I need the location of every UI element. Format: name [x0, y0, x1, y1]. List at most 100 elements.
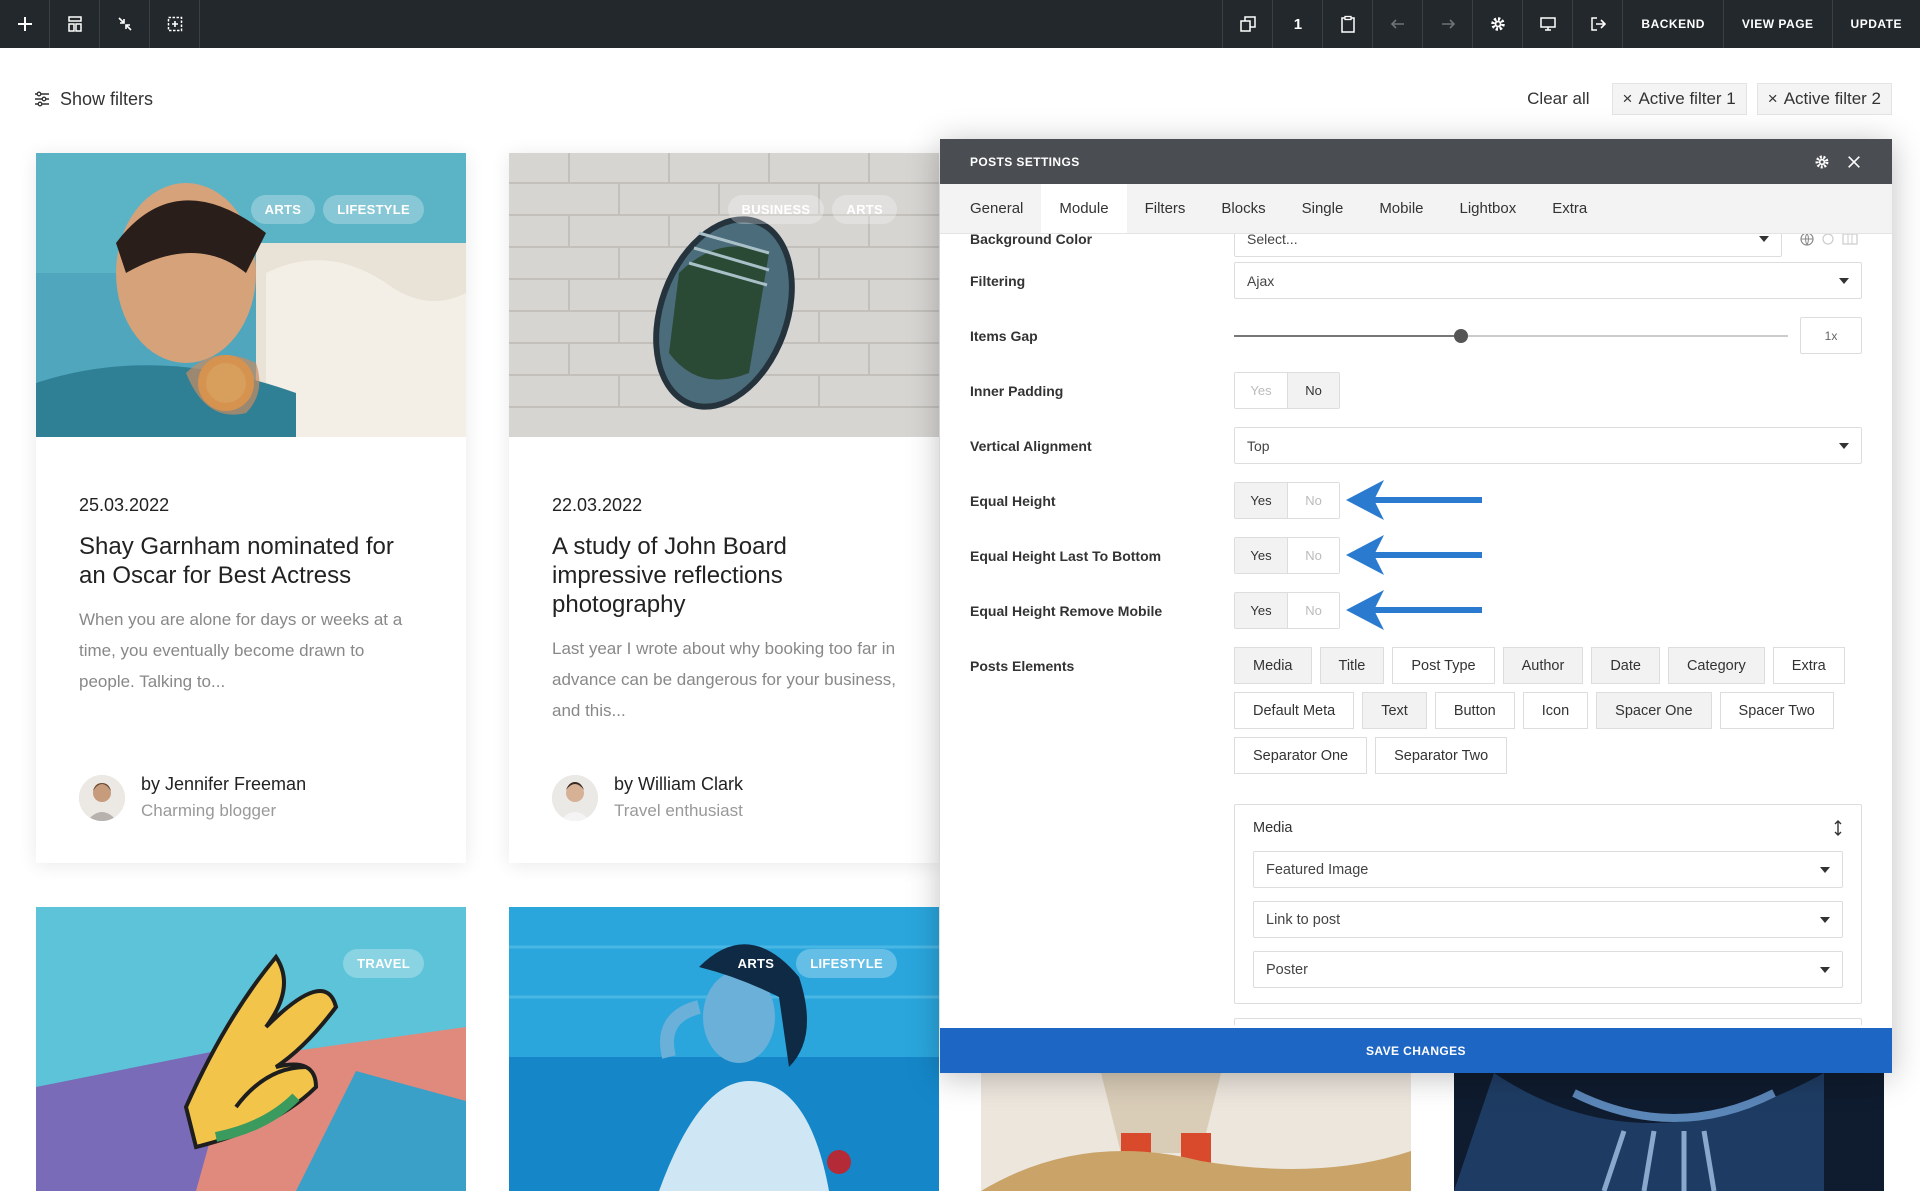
tab-lightbox[interactable]: Lightbox [1442, 184, 1535, 233]
backend-button[interactable]: BACKEND [1622, 0, 1723, 48]
media-type-select[interactable]: Featured Image [1253, 851, 1843, 888]
tag-badge[interactable]: ARTS [250, 195, 316, 224]
media-link-select[interactable]: Link to post [1253, 901, 1843, 938]
desktop-icon[interactable] [1522, 0, 1572, 48]
media-header: Media [1235, 805, 1861, 851]
select-area-icon[interactable] [150, 0, 200, 48]
field-label: Filtering [970, 272, 1026, 289]
resize-icon[interactable] [1833, 820, 1843, 836]
items-gap-slider-handle[interactable] [1454, 329, 1469, 343]
posts-element-chip[interactable]: Button [1434, 692, 1515, 729]
active-filter-chip-2[interactable]: × Active filter 2 [1756, 83, 1892, 115]
post-card[interactable]: ARTS LIFESTYLE [509, 907, 939, 1191]
post-tags: ARTS LIFESTYLE [250, 195, 424, 224]
redo-icon[interactable] [1422, 0, 1472, 48]
show-filters-button[interactable]: Show filters [34, 89, 153, 110]
exit-icon[interactable] [1572, 0, 1622, 48]
plus-icon[interactable] [0, 0, 50, 48]
yes-option[interactable]: Yes [1235, 373, 1287, 408]
tab-extra[interactable]: Extra [1534, 184, 1605, 233]
field-label: Inner Padding [970, 382, 1064, 399]
media-style-select[interactable]: Poster [1253, 951, 1843, 988]
post-tags: BUSINESS ARTS [727, 195, 897, 224]
post-card-image[interactable] [1454, 1073, 1884, 1191]
posts-element-chip[interactable]: Extra [1772, 647, 1845, 684]
gear-icon[interactable] [1472, 0, 1522, 48]
post-card[interactable]: TRAVEL [36, 907, 466, 1191]
posts-element-chip[interactable]: Title [1319, 647, 1385, 684]
active-filters: Clear all × Active filter 1 × Active filte… [1515, 83, 1892, 115]
author-name[interactable]: by William Clark [614, 774, 743, 795]
no-option[interactable]: No [1287, 538, 1339, 573]
clear-all-button[interactable]: Clear all [1515, 89, 1601, 109]
tag-badge[interactable]: LIFESTYLE [323, 195, 424, 224]
avatar[interactable] [552, 774, 598, 821]
gear-icon[interactable] [1814, 154, 1830, 170]
counter[interactable]: 1 [1272, 0, 1322, 48]
author-info: by Jennifer Freeman Charming blogger [141, 774, 306, 821]
author-name[interactable]: by Jennifer Freeman [141, 774, 306, 795]
tag-badge[interactable]: ARTS [724, 949, 789, 978]
tag-badge[interactable]: BUSINESS [727, 195, 825, 224]
tag-badge[interactable]: LIFESTYLE [796, 949, 897, 978]
no-option[interactable]: No [1287, 483, 1339, 518]
tab-general[interactable]: General [952, 184, 1041, 233]
yes-option[interactable]: Yes [1235, 538, 1287, 573]
posts-element-chip[interactable]: Spacer Two [1719, 692, 1834, 729]
tab-blocks[interactable]: Blocks [1203, 184, 1283, 233]
close-icon[interactable] [1846, 154, 1862, 170]
post-card-image[interactable] [981, 1073, 1411, 1191]
tab-module[interactable]: Module [1041, 184, 1127, 233]
tab-filters[interactable]: Filters [1127, 184, 1204, 233]
posts-element-chip[interactable]: Date [1591, 647, 1660, 684]
posts-element-chip[interactable]: Separator One [1234, 737, 1368, 774]
tab-single[interactable]: Single [1284, 184, 1362, 233]
post-image[interactable]: BUSINESS ARTS [509, 153, 939, 437]
post-image[interactable]: ARTS LIFESTYLE [36, 153, 466, 437]
yes-option[interactable]: Yes [1235, 593, 1287, 628]
yes-option[interactable]: Yes [1235, 483, 1287, 518]
post-card[interactable]: ARTS LIFESTYLE 25.03.2022 Shay Garnham n… [36, 153, 466, 863]
filtering-select[interactable]: Ajax [1234, 262, 1862, 299]
posts-element-chip[interactable]: Author [1502, 647, 1584, 684]
avatar[interactable] [79, 774, 125, 821]
active-filter-chip-1[interactable]: × Active filter 1 [1611, 83, 1747, 115]
post-image[interactable] [1454, 1073, 1884, 1191]
clipboard-icon[interactable] [1322, 0, 1372, 48]
author-info: by William Clark Travel enthusiast [614, 774, 743, 821]
grid-icon[interactable] [1842, 234, 1858, 245]
tag-badge[interactable]: TRAVEL [343, 949, 424, 978]
post-card[interactable]: BUSINESS ARTS 22.03.2022 A study of John… [509, 153, 939, 863]
posts-element-chip[interactable]: Default Meta [1234, 692, 1355, 729]
view-page-button[interactable]: VIEW PAGE [1722, 0, 1832, 48]
posts-element-chip[interactable]: Icon [1522, 692, 1589, 729]
update-button[interactable]: UPDATE [1831, 0, 1920, 48]
vertical-alignment-select[interactable]: Top [1234, 427, 1862, 464]
posts-element-chip[interactable]: Text [1362, 692, 1427, 729]
field-label: Equal Height Last To Bottom [970, 547, 1162, 564]
posts-element-chip[interactable]: Spacer One [1596, 692, 1712, 729]
no-option[interactable]: No [1287, 373, 1339, 408]
close-icon[interactable]: × [1623, 89, 1633, 109]
next-settings-box [1234, 1018, 1862, 1025]
post-image[interactable] [981, 1073, 1411, 1191]
tag-badge[interactable]: ARTS [832, 195, 897, 224]
circle-icon[interactable] [1822, 234, 1834, 245]
duplicate-icon[interactable] [1222, 0, 1272, 48]
globe-icon[interactable] [1800, 234, 1814, 246]
save-changes-button[interactable]: SAVE CHANGES [940, 1028, 1892, 1073]
items-gap-value[interactable]: 1x [1800, 317, 1862, 354]
posts-element-chip[interactable]: Media [1234, 647, 1312, 684]
post-title[interactable]: Shay Garnham nominated for an Oscar for … [79, 532, 423, 590]
posts-element-chip[interactable]: Post Type [1392, 647, 1495, 684]
collapse-icon[interactable] [100, 0, 150, 48]
close-icon[interactable]: × [1768, 89, 1778, 109]
posts-element-chip[interactable]: Separator Two [1375, 737, 1508, 774]
undo-icon[interactable] [1372, 0, 1422, 48]
background-color-select[interactable]: Select... [1234, 234, 1782, 257]
post-title[interactable]: A study of John Board impressive reflect… [552, 532, 896, 619]
tab-mobile[interactable]: Mobile [1361, 184, 1441, 233]
layout-icon[interactable] [50, 0, 100, 48]
posts-element-chip[interactable]: Category [1667, 647, 1765, 684]
no-option[interactable]: No [1287, 593, 1339, 628]
